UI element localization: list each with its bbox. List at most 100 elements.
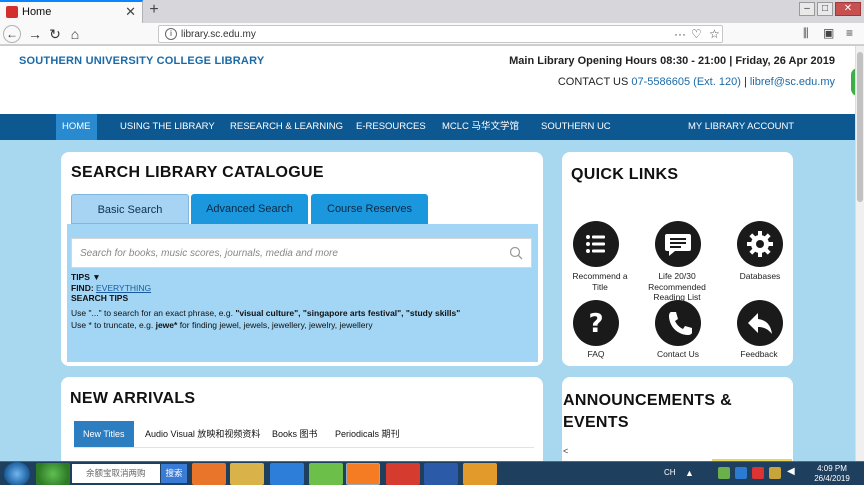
chrome-icon[interactable] (386, 463, 420, 485)
phone-icon[interactable] (655, 300, 701, 346)
sidebar-icon[interactable]: ▣ (823, 26, 834, 40)
new-arrivals-title: NEW ARRIVALS (70, 390, 196, 407)
contact-info: CONTACT US 07-5586605 (Ext. 120) | libre… (558, 76, 835, 88)
caret-down-icon: ▼ (92, 272, 101, 282)
question-icon[interactable]: ? (573, 300, 619, 346)
tab-close-icon[interactable]: ✕ (125, 4, 136, 20)
bookmark-star-icon[interactable]: ☆ (709, 27, 720, 41)
outlook-icon[interactable] (463, 463, 497, 485)
info-icon[interactable]: i (165, 28, 177, 40)
taskbar-clock[interactable]: 4:09 PM 26/4/2019 (806, 464, 858, 484)
tray-shield-icon[interactable] (718, 467, 730, 479)
menu-item-mclc[interactable]: MCLC 马华文学馆 (436, 114, 525, 140)
close-window-button[interactable]: ✕ (835, 2, 861, 16)
tray-network-icon[interactable] (769, 467, 781, 479)
quick-link-contact-us[interactable]: Contact Us (643, 349, 713, 360)
firefox-icon[interactable] (346, 463, 380, 485)
media-player-icon[interactable] (192, 463, 226, 485)
browser-tab-strip: Home ✕ + – □ ✕ (0, 0, 864, 23)
tray-antivirus-icon[interactable] (752, 467, 764, 479)
tip-truncate: Use * to truncate, e.g. jewe* for findin… (71, 319, 373, 330)
menu-item-southern-uc[interactable]: SOUTHERN UC (535, 114, 617, 140)
start-button[interactable] (4, 462, 30, 485)
tab-course-reserves[interactable]: Course Reserves (311, 194, 428, 224)
svg-text:?: ? (588, 309, 603, 339)
find-scope-link[interactable]: EVERYTHING (96, 283, 151, 293)
quick-link-reading-list[interactable]: Life 20/30 Recommended Reading List (642, 271, 712, 303)
menu-item-my-library-account[interactable]: MY LIBRARY ACCOUNT (682, 114, 800, 140)
site-logo[interactable]: SOUTHERN UNIVERSITY COLLEGE LIBRARY (19, 55, 264, 67)
menu-item-home[interactable]: HOME (56, 114, 97, 140)
internet-explorer-icon[interactable] (270, 463, 304, 485)
find-label: FIND: (71, 282, 94, 293)
tray-app-icon[interactable] (735, 467, 747, 479)
tab-audio-visual[interactable]: Audio Visual 放映和视频资料 (136, 421, 269, 447)
browser-tab-home[interactable]: Home ✕ (0, 0, 143, 23)
search-icon[interactable] (509, 246, 523, 260)
menu-hamburger-icon[interactable]: ≡ (846, 26, 853, 40)
carousel-prev-button[interactable]: < (563, 446, 568, 456)
volume-icon[interactable]: ◀ (787, 466, 795, 477)
app-icon-green[interactable] (309, 463, 343, 485)
word-icon[interactable] (424, 463, 458, 485)
forward-arrow-icon[interactable]: → (26, 25, 44, 43)
search-catalogue-card: SEARCH LIBRARY CATALOGUE Basic Search Ad… (61, 152, 543, 366)
gear-icon[interactable] (737, 221, 783, 267)
search-tips: TIPS ▼ FIND: EVERYTHING SEARCH TIPS Use … (71, 272, 460, 331)
maximize-button[interactable]: □ (817, 2, 833, 16)
site-favicon-icon (6, 6, 18, 18)
quick-link-databases[interactable]: Databases (725, 271, 795, 282)
menu-item-using-the-library[interactable]: USING THE LIBRARY (114, 114, 221, 140)
tips-toggle[interactable]: TIPS ▼ (71, 272, 460, 283)
taskbar-search-button[interactable]: 搜索 (161, 464, 187, 483)
menu-item-e-resources[interactable]: E-RESOURCES (350, 114, 432, 140)
file-explorer-icon[interactable] (230, 463, 264, 485)
tab-basic-search[interactable]: Basic Search (71, 194, 189, 224)
minimize-button[interactable]: – (799, 2, 815, 16)
tab-advanced-search[interactable]: Advanced Search (191, 194, 308, 224)
phone-link[interactable]: 07-5586605 (Ext. 120) (631, 76, 740, 88)
address-bar[interactable]: i library.sc.edu.my ··· ♡ ☆ (158, 25, 723, 43)
tab-books[interactable]: Books 图书 (263, 421, 327, 447)
library-icon[interactable]: ⫼ (803, 26, 809, 41)
list-icon[interactable] (573, 221, 619, 267)
search-tips-label: SEARCH TIPS (71, 293, 129, 303)
input-language-indicator[interactable]: CH (664, 468, 676, 477)
opening-hours: Main Library Opening Hours 08:30 - 21:00… (509, 55, 835, 67)
tab-new-titles[interactable]: New Titles (74, 421, 134, 447)
scrollbar-thumb[interactable] (857, 52, 863, 202)
tray-expand-icon[interactable]: ▲ (685, 468, 694, 478)
tab-periodicals[interactable]: Periodicals 期刊 (326, 421, 409, 447)
tab-divider (74, 447, 534, 448)
quick-link-recommend-title[interactable]: Recommend a Title (565, 271, 635, 292)
tab-title: Home (22, 6, 52, 18)
new-tab-button[interactable]: + (146, 1, 162, 19)
quick-link-feedback[interactable]: Feedback (724, 349, 794, 360)
new-arrivals-card: NEW ARRIVALS New Titles Audio Visual 放映和… (61, 377, 543, 461)
search-catalogue-title: SEARCH LIBRARY CATALOGUE (71, 164, 324, 181)
url-text: library.sc.edu.my (181, 29, 256, 40)
app-icon-1[interactable] (36, 463, 70, 485)
quick-links-title: QUICK LINKS (571, 166, 679, 183)
page-scrollbar[interactable] (855, 46, 864, 461)
home-icon[interactable]: ⌂ (66, 25, 84, 43)
email-link[interactable]: libref@sc.edu.my (750, 76, 835, 88)
windows-taskbar: 余额宝取消两购 搜索 CH ▲ ◀ 4:09 PM 26/4/2019 (0, 461, 864, 485)
reply-icon[interactable] (737, 300, 783, 346)
tip-phrase: Use "..." to search for an exact phrase,… (71, 307, 461, 318)
menu-item-research-learning[interactable]: RESEARCH & LEARNING (224, 114, 349, 140)
reload-icon[interactable]: ↻ (46, 25, 64, 43)
back-arrow-icon[interactable]: ← (3, 25, 21, 43)
quick-link-faq[interactable]: FAQ (561, 349, 631, 360)
contact-separator: | (743, 76, 747, 88)
search-input[interactable]: Search for books, music scores, journals… (71, 238, 532, 268)
announcements-card: ANNOUNCEMENTS & EVENTS < (562, 377, 793, 461)
pocket-icon[interactable]: ♡ (691, 27, 702, 41)
browser-navigation-bar: ← → ↻ ⌂ i library.sc.edu.my ··· ♡ ☆ ⫼ ▣ … (0, 23, 864, 45)
site-header: SOUTHERN UNIVERSITY COLLEGE LIBRARY Main… (0, 46, 855, 114)
contact-label: CONTACT US (557, 76, 629, 88)
search-placeholder: Search for books, music scores, journals… (80, 248, 338, 259)
chat-icon[interactable] (655, 221, 701, 267)
page-actions-icon[interactable]: ··· (674, 27, 686, 41)
taskbar-search-input[interactable]: 余额宝取消两购 (72, 464, 160, 483)
